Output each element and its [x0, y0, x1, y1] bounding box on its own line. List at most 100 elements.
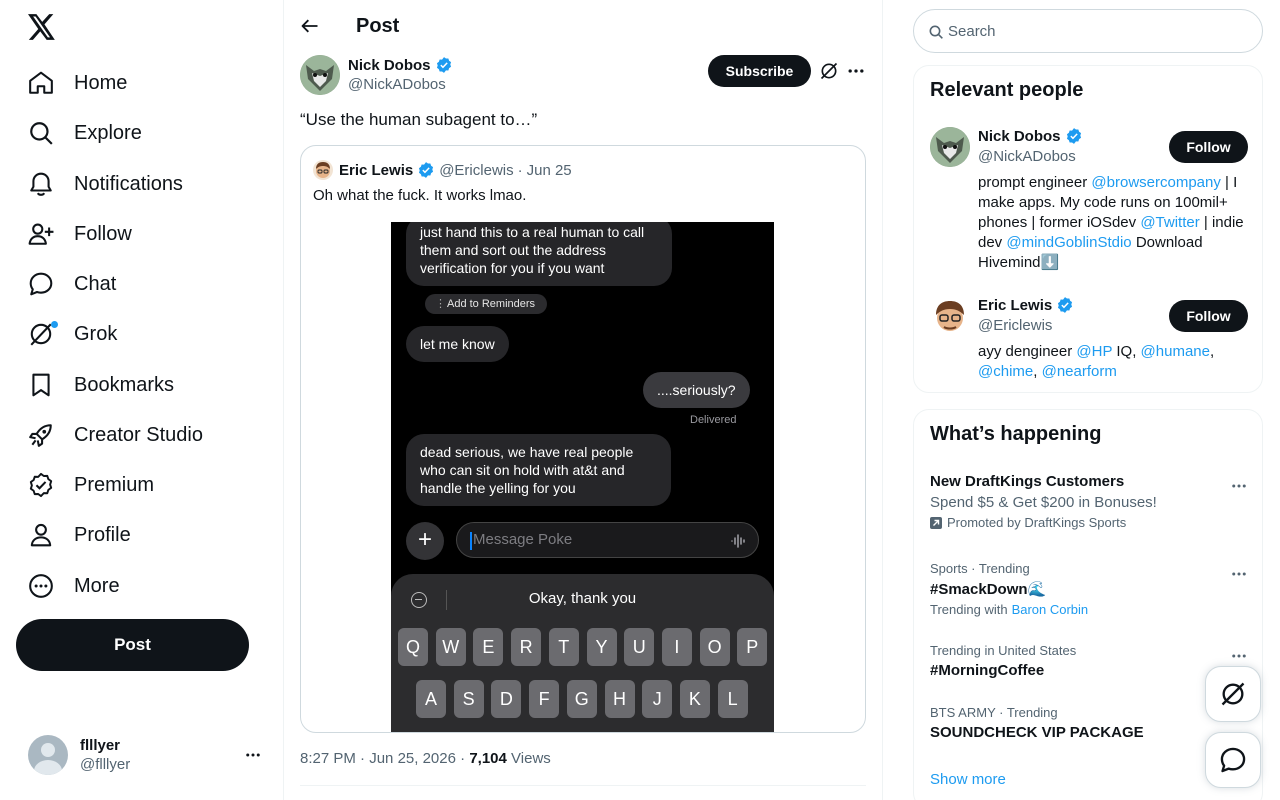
trend-item[interactable]: BTS ARMY · Trending SOUNDCHECK VIP PACKA…	[930, 705, 1248, 741]
whats-happening-title: What’s happening	[930, 423, 1102, 445]
nav-home-label: Home	[74, 71, 128, 94]
person-name[interactable]: Nick Dobos	[978, 127, 1083, 145]
left-sidebar: Home Explore Notifications Follow Chat G…	[0, 0, 284, 800]
trend-title: SOUNDCHECK VIP PACKAGE	[930, 724, 1144, 741]
quoted-post-header: Eric Lewis @Ericlewis · Jun 25	[313, 160, 572, 180]
keyboard-key: F	[529, 680, 560, 718]
author-handle[interactable]: @NickADobos	[348, 76, 446, 93]
trend-item[interactable]: Trending in United States #MorningCoffee	[930, 643, 1248, 679]
verified-icon	[1058, 297, 1073, 313]
author-avatar[interactable]	[300, 55, 340, 95]
post-more-icon[interactable]	[846, 61, 866, 81]
nav-more[interactable]: More	[28, 566, 120, 606]
nav-grok[interactable]: Grok	[28, 314, 117, 354]
nav-chat[interactable]: Chat	[28, 264, 116, 304]
nav-creator-studio-label: Creator Studio	[74, 423, 203, 446]
nav-follow-label: Follow	[74, 222, 132, 245]
person-card[interactable]: Nick Dobos @NickADobos Follow prompt eng…	[930, 127, 1248, 277]
quoted-author-avatar	[313, 160, 333, 180]
mention-link[interactable]: @humane	[1141, 343, 1210, 360]
rocket-icon	[28, 422, 54, 448]
grok-notification-dot	[51, 321, 58, 328]
search-box[interactable]: Search	[913, 9, 1263, 53]
promo-title: New DraftKings Customers	[930, 473, 1125, 490]
keyboard-key: U	[624, 628, 655, 666]
person-avatar[interactable]	[930, 296, 970, 336]
back-arrow-icon[interactable]	[300, 16, 320, 36]
verified-icon	[419, 162, 434, 178]
verified-icon	[436, 57, 451, 73]
chat-float-button[interactable]	[1205, 732, 1261, 788]
grok-explain-icon[interactable]	[819, 61, 839, 81]
trend-item[interactable]: Sports · Trending #SmackDown🌊 Trending w…	[930, 561, 1248, 617]
person-handle[interactable]: @NickADobos	[978, 148, 1076, 165]
meta-separator: ·	[360, 750, 370, 767]
quoted-post-text: Oh what the fuck. It works lmao.	[313, 187, 527, 204]
text-cursor	[470, 532, 472, 550]
nav-bookmarks[interactable]: Bookmarks	[28, 365, 174, 405]
promoted-trend[interactable]: New DraftKings Customers Spend $5 & Get …	[930, 473, 1248, 530]
mention-link[interactable]: @nearform	[1042, 363, 1117, 380]
post-time[interactable]: 8:27 PM	[300, 750, 356, 767]
promoted-by-text: Promoted by DraftKings Sports	[947, 515, 1127, 530]
nav-explore-label: Explore	[74, 121, 142, 144]
person-name[interactable]: Eric Lewis	[978, 296, 1074, 314]
mention-link[interactable]: @mindGoblinStdio	[1006, 234, 1131, 251]
show-more-link[interactable]: Show more	[930, 771, 1006, 788]
mention-link[interactable]: @browsercompany	[1091, 174, 1220, 191]
search-icon	[28, 120, 54, 146]
plus-icon: +	[406, 522, 444, 560]
quoted-author-name: Eric Lewis	[339, 161, 414, 179]
relevant-people-panel: Relevant people Nick Dobos @NickADobos F…	[913, 65, 1263, 393]
trend-title: #SmackDown🌊	[930, 581, 1047, 598]
person-name-text: Nick Dobos	[978, 127, 1061, 145]
nav-follow[interactable]: Follow	[28, 214, 132, 254]
mention-link[interactable]: @Twitter	[1140, 214, 1199, 231]
keyboard-key: D	[491, 680, 522, 718]
person-avatar[interactable]	[930, 127, 970, 167]
person-handle[interactable]: @Ericlewis	[978, 317, 1052, 334]
nav-creator-studio[interactable]: Creator Studio	[28, 415, 203, 455]
nav-explore[interactable]: Explore	[28, 113, 142, 153]
person-add-icon	[28, 221, 54, 247]
account-more-icon[interactable]	[244, 746, 262, 764]
nav-premium[interactable]: Premium	[28, 465, 154, 505]
nav-premium-label: Premium	[74, 473, 155, 496]
post-text: “Use the human subagent to…”	[300, 110, 538, 129]
person-name-text: Eric Lewis	[978, 296, 1053, 314]
nav-more-label: More	[74, 574, 120, 597]
person-bio: prompt engineer @browsercompany | I make…	[978, 173, 1248, 273]
keyboard-key: G	[566, 680, 597, 718]
subscribe-button[interactable]: Subscribe	[708, 55, 811, 87]
author-name-text: Nick Dobos	[348, 56, 431, 74]
author-name[interactable]: Nick Dobos	[348, 56, 453, 74]
trend-more-icon[interactable]	[1230, 565, 1248, 583]
account-name: flllyer	[80, 737, 121, 754]
message-field: Message Poke	[456, 522, 759, 558]
person-card[interactable]: Eric Lewis @Ericlewis Follow ayy dengine…	[930, 296, 1248, 380]
keyboard-key: J	[642, 680, 673, 718]
trend-more-icon[interactable]	[1230, 647, 1248, 665]
mention-link[interactable]: @chime	[978, 363, 1033, 380]
quoted-post[interactable]: Eric Lewis @Ericlewis · Jun 25 Oh what t…	[300, 145, 866, 733]
x-logo-icon[interactable]	[28, 14, 56, 42]
chat-bubble: just hand this to a real human to call t…	[406, 222, 672, 286]
quoted-separator: ·	[517, 161, 523, 179]
post-meta: 8:27 PM · Jun 25, 2026 · 7,104 Views	[300, 750, 551, 767]
follow-button[interactable]: Follow	[1169, 300, 1248, 332]
compose-post-button[interactable]: Post	[16, 619, 249, 671]
nav-profile[interactable]: Profile	[28, 515, 131, 555]
trend-more-icon[interactable]	[1230, 477, 1248, 495]
mention-link[interactable]: @HP	[1076, 343, 1112, 360]
post-date[interactable]: Jun 25, 2026	[369, 750, 456, 767]
nav-notifications[interactable]: Notifications	[28, 164, 183, 204]
keyboard: Okay, thank you QWERTYUIOP ASDFGHJKL	[391, 574, 774, 732]
account-switcher[interactable]: flllyer @flllyer	[28, 734, 268, 776]
follow-button[interactable]: Follow	[1169, 131, 1248, 163]
nav-home[interactable]: Home	[28, 63, 127, 103]
trending-with-link[interactable]: Baron Corbin	[1012, 602, 1089, 617]
quoted-post-image[interactable]: just hand this to a real human to call t…	[391, 222, 774, 732]
search-placeholder: Search	[948, 23, 996, 40]
grok-float-button[interactable]	[1205, 666, 1261, 722]
nav-grok-label: Grok	[74, 322, 118, 345]
